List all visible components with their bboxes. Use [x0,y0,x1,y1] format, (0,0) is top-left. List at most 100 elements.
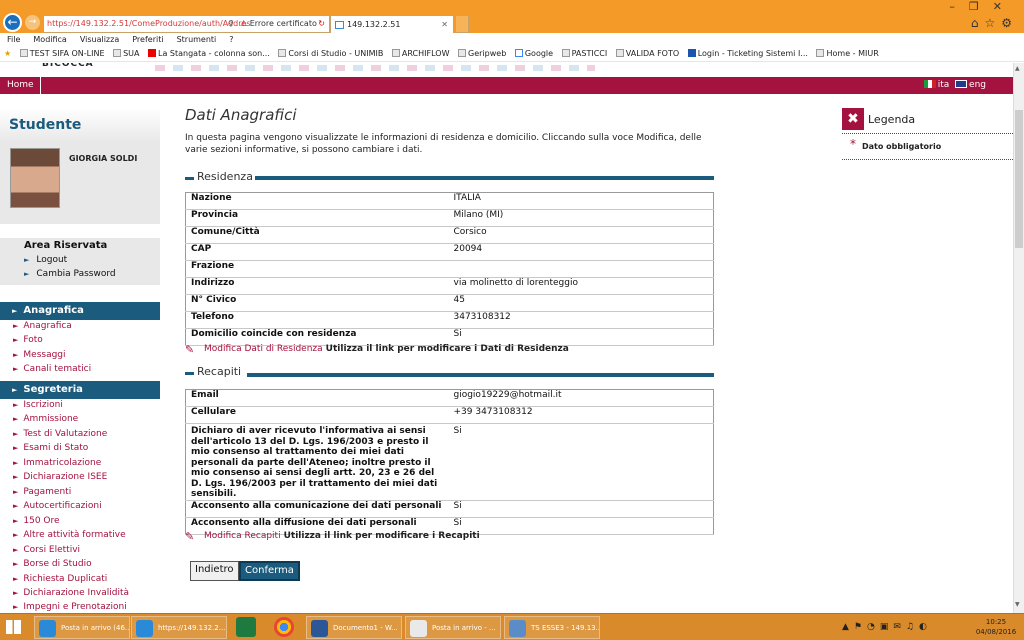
favorites-star-icon[interactable]: ★ [4,49,11,58]
pencil-icon[interactable]: ✎ [185,531,199,543]
excel-icon[interactable] [236,617,256,637]
menu-file[interactable]: File [7,35,20,44]
edit-recapiti-row: ✎ Modifica Recapiti Utilizza il link per m… [185,531,480,543]
menu-help[interactable]: ? [229,35,233,44]
bullet-icon: ► [13,473,19,481]
back-button[interactable]: ← [3,13,22,32]
favorite-link[interactable]: ARCHIFLOW [391,46,449,61]
sidebar-section-segreteria[interactable]: ► Segreteria [0,381,160,399]
chrome-icon[interactable] [274,617,294,637]
sidebar-item-messaggi[interactable]: ► Messaggi [13,350,66,360]
menu-tools[interactable]: Strumenti [177,35,217,44]
menu-view[interactable]: Visualizza [80,35,119,44]
sidebar-item-iscrizioni[interactable]: ► Iscrizioni [13,400,63,410]
favorite-link[interactable]: Login - Ticketing Sistemi I... [687,46,808,61]
bullet-icon: ► [13,488,19,496]
taskbar-item-remote[interactable]: TS ESSE3 - 149.13... [504,616,600,639]
home-link[interactable]: Home [7,77,41,94]
pencil-icon[interactable]: ✎ [185,344,199,356]
windows-start-icon[interactable] [6,620,21,634]
toolbar-icons[interactable]: ⌂☆⚙ [971,16,1018,30]
sidebar-item-corsi-elettivi[interactable]: ► Corsi Elettivi [13,545,80,555]
vertical-scrollbar[interactable]: ▲ ▼ [1013,63,1024,613]
sidebar-item-autocertificazioni[interactable]: ► Autocertificazioni [13,501,102,511]
sidebar-item-altre-attivita[interactable]: ► Altre attività formative [13,530,126,540]
refresh-icon[interactable]: ↻ [318,16,325,32]
section-marker [185,372,194,375]
sidebar-item-canali-tematici[interactable]: ► Canali tematici [13,364,91,374]
table-row: Comune/Città Corsico [185,226,714,244]
lang-it-link[interactable]: ita [938,80,950,90]
confirm-button[interactable]: Conferma [239,561,300,581]
taskbar-item-browser[interactable]: https://149.132.2.... [131,616,227,639]
menu-favorites[interactable]: Preferiti [132,35,163,44]
system-tray[interactable]: ▲⚑◔▣✉♫◐ [842,622,932,632]
sidebar-item-immatricolazione[interactable]: ► Immatricolazione [13,458,101,468]
table-row: Nazione ITALIA [185,192,714,210]
taskbar-item-outlook[interactable]: Posta in arrivo (46... [34,616,130,639]
favorite-link[interactable]: Google [514,46,553,61]
favorite-icon [278,49,287,57]
sidebar: Studente GIORGIA SOLDI Area Riservata ► L… [0,108,160,613]
sidebar-item-anagrafica[interactable]: ► Anagrafica [13,321,72,331]
search-icon[interactable]: ⚲ [228,16,234,32]
window-controls[interactable]: –❐✕ [949,0,1016,13]
address-bar[interactable]: https://149.132.2.51/ComeProduzione/auth… [43,15,330,33]
favorite-link[interactable]: PASTICCI [561,46,607,61]
sidebar-item-pagamenti[interactable]: ► Pagamenti [13,487,71,497]
student-name: GIORGIA SOLDI [69,154,138,163]
sidebar-item-invalidita[interactable]: ► Dichiarazione Invalidità [13,588,129,598]
student-header: Studente [0,108,160,141]
sidebar-item-ammissione[interactable]: ► Ammissione [13,414,78,424]
uk-flag-icon[interactable] [955,80,968,88]
menu-bar: File Modifica Visualizza Preferiti Strumenti… [0,33,1024,46]
sidebar-item-isee[interactable]: ► Dichiarazione ISEE [13,472,107,482]
browser-titlebar: ← → https://149.132.2.51/ComeProduzione/… [0,0,1024,33]
bullet-icon: ► [13,560,19,568]
back-button-page[interactable]: Indietro [190,561,239,581]
favorite-link[interactable]: VALIDA FOTO [615,46,679,61]
sidebar-item-impegni[interactable]: ► Impegni e Prenotazioni [13,602,127,612]
sidebar-item-foto[interactable]: ► Foto [13,335,43,345]
menu-edit[interactable]: Modifica [33,35,66,44]
legend-item: Dato obbligatorio [862,142,942,151]
bullet-icon: ► [13,502,19,510]
tab-title: 149.132.2.51 [347,20,401,29]
change-password-link[interactable]: ► Cambia Password [24,269,116,279]
sidebar-item-test-valutazione[interactable]: ► Test di Valutazione [13,429,107,439]
favorite-link[interactable]: Home - MIUR [816,46,879,61]
favorite-link[interactable]: La Stangata - colonna son... [148,46,270,61]
scroll-down-icon[interactable]: ▼ [1015,601,1020,608]
tab-active[interactable]: 149.132.2.51 ✕ [330,15,454,33]
edit-residenza-row: ✎ Modifica Dati di Residenza Utilizza il l… [185,344,569,356]
sidebar-item-borse-studio[interactable]: ► Borse di Studio [13,559,92,569]
avatar [10,148,60,208]
taskbar-item-mail[interactable]: Posta in arrivo - ... [405,616,501,639]
favorite-icon [687,49,696,57]
clock[interactable]: 10:25 04/08/2016 [970,617,1022,637]
edit-residenza-link[interactable]: Modifica Dati di Residenza [204,344,323,354]
table-row: Indirizzo via molinetto di lorenteggio [185,277,714,295]
table-row: N° Civico 45 [185,294,714,312]
close-tab-icon[interactable]: ✕ [441,16,448,33]
lang-en-link[interactable]: eng [969,80,986,90]
taskbar-item-word[interactable]: Documento1 - W... [306,616,402,639]
sidebar-item-150-ore[interactable]: ► 150 Ore [13,516,60,526]
favorite-link[interactable]: TEST SIFA ON-LINE [19,46,105,61]
favorite-link[interactable]: Geripweb [458,46,506,61]
scroll-thumb[interactable] [1015,110,1023,248]
new-tab-button[interactable] [455,15,469,33]
language-switcher: ita eng [923,77,986,94]
sidebar-section-anagrafica[interactable]: ► Anagrafica [0,302,160,320]
favorite-link[interactable]: SUA [113,46,139,61]
scroll-up-icon[interactable]: ▲ [1015,65,1020,72]
cert-error-indicator[interactable]: ⚠ Errore certificato [240,16,317,32]
edit-recapiti-link[interactable]: Modifica Recapiti [204,531,281,541]
forward-button[interactable]: → [25,15,40,30]
sidebar-item-duplicati[interactable]: ► Richiesta Duplicati [13,574,107,584]
logout-link[interactable]: ► Logout [24,255,67,265]
italian-flag-icon[interactable] [923,80,936,88]
clock-time: 10:25 [985,618,1007,626]
sidebar-item-esami-stato[interactable]: ► Esami di Stato [13,443,88,453]
favorite-link[interactable]: Corsi di Studio - UNIMIB [278,46,383,61]
